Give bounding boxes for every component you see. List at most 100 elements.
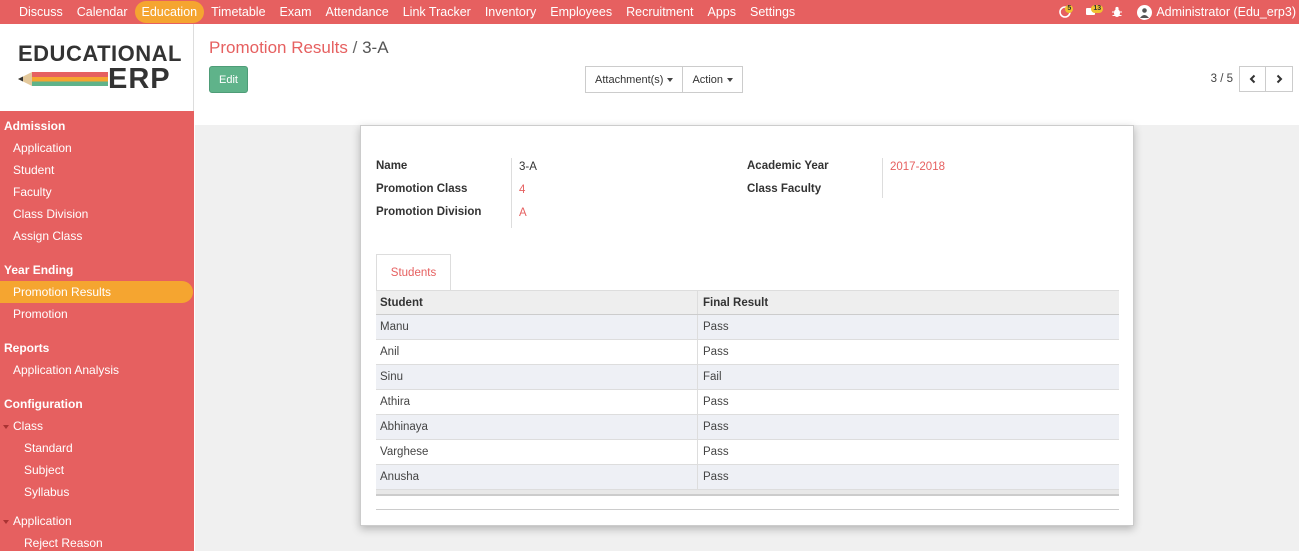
sidebar-item-standard[interactable]: Standard [0, 437, 194, 459]
chevron-right-icon [1276, 74, 1283, 84]
name-value: 3-A [519, 161, 537, 173]
sidebar-item-reject-reason[interactable]: Reject Reason [0, 532, 194, 551]
top-menu-timetable[interactable]: Timetable [204, 1, 272, 23]
sidebar-item-label: Syllabus [24, 485, 70, 499]
tab-students[interactable]: Students [376, 254, 451, 290]
sidebar-item-label: Assign Class [13, 229, 83, 243]
caret-down-icon [727, 77, 734, 82]
pager-previous-button[interactable] [1239, 66, 1266, 92]
top-menu-recruitment[interactable]: Recruitment [619, 1, 700, 23]
top-menu-inventory[interactable]: Inventory [478, 1, 543, 23]
students-table: Student Final Result Manu Pass Anil Pass Sin… [376, 290, 1119, 496]
divider [511, 158, 512, 228]
student-cell: Sinu [376, 365, 698, 389]
top-menu-link-tracker[interactable]: Link Tracker [396, 1, 478, 23]
promotion-division-value[interactable]: A [519, 207, 527, 219]
top-menu-discuss[interactable]: Discuss [12, 1, 70, 23]
sidebar-item-label: Application [13, 514, 72, 528]
pager-next-button[interactable] [1266, 66, 1293, 92]
sidebar-section-configuration: Configuration [4, 397, 83, 411]
top-menu: Discuss Calendar Education Timetable Exam Att… [0, 0, 802, 24]
final-result-cell: Pass [703, 446, 729, 458]
sidebar-item-label: Standard [24, 441, 73, 455]
logo-text-bottom: ERP [108, 63, 171, 95]
table-header: Student Final Result [376, 290, 1119, 315]
table-row[interactable]: Abhinaya Pass [376, 415, 1119, 440]
top-menu-employees[interactable]: Employees [543, 1, 619, 23]
sidebar-item-label: Student [13, 163, 55, 177]
company-logo[interactable]: EDUCATIONAL ERP [0, 24, 194, 111]
activity-icon[interactable]: 13 [1085, 5, 1104, 18]
sidebar-item-label: Application [13, 141, 72, 155]
top-menu-exam[interactable]: Exam [273, 1, 319, 23]
column-header-final-result[interactable]: Final Result [698, 291, 1119, 314]
sidebar-item-label: Faculty [13, 185, 52, 199]
sidebar-item-subject[interactable]: Subject [0, 459, 194, 481]
table-footer [376, 490, 1119, 496]
avatar [1137, 4, 1153, 20]
action-label: Action [692, 73, 724, 86]
sidebar-item-promotion[interactable]: Promotion [0, 303, 194, 325]
top-menu-calendar[interactable]: Calendar [70, 1, 135, 23]
student-cell: Athira [376, 390, 698, 414]
attachments-label: Attachment(s) [595, 73, 664, 86]
chat-icon[interactable]: 5 [1059, 5, 1074, 18]
sidebar-item-faculty[interactable]: Faculty [0, 181, 194, 203]
caret-down-icon [3, 424, 9, 429]
table-row[interactable]: Athira Pass [376, 390, 1119, 415]
final-result-cell: Pass [703, 471, 729, 483]
sidebar-item-label: Subject [24, 463, 65, 477]
sidebar-item-label: Promotion [13, 307, 68, 321]
pager: 3 / 5 [1211, 66, 1293, 92]
bug-icon[interactable] [1111, 6, 1123, 18]
sidebar-item-class[interactable]: Class [0, 415, 194, 437]
sidebar-item-application-analysis[interactable]: Application Analysis [0, 359, 194, 381]
breadcrumb-separator: / [352, 38, 358, 57]
top-navbar: Discuss Calendar Education Timetable Exam Att… [0, 0, 1299, 24]
sidebar-item-application[interactable]: Application [0, 137, 194, 159]
table-row[interactable]: Sinu Fail [376, 365, 1119, 390]
class-faculty-label: Class Faculty [747, 183, 822, 195]
final-result-cell: Pass [703, 396, 729, 408]
action-dropdown[interactable]: Action [683, 66, 744, 93]
chevron-left-icon [1249, 74, 1255, 84]
top-menu-apps[interactable]: Apps [700, 1, 743, 23]
pager-value[interactable]: 3 / 5 [1211, 73, 1233, 85]
systray: 5 13 Administrator (Edu_erp3) [1059, 0, 1299, 24]
column-header-student[interactable]: Student [376, 291, 698, 314]
attachments-dropdown[interactable]: Attachment(s) [585, 66, 684, 93]
table-row[interactable]: Anusha Pass [376, 465, 1119, 490]
top-menu-attendance[interactable]: Attendance [318, 1, 395, 23]
top-menu-education[interactable]: Education [134, 1, 205, 23]
sidebar-item-class-division[interactable]: Class Division [0, 203, 194, 225]
sidebar-item-syllabus[interactable]: Syllabus [0, 481, 194, 503]
user-menu[interactable]: Administrator (Edu_erp3) [1137, 4, 1299, 20]
sidebar-item-label: Class Division [13, 207, 89, 221]
sidebar-item-assign-class[interactable]: Assign Class [0, 225, 194, 247]
edit-button[interactable]: Edit [209, 66, 248, 93]
table-row[interactable]: Manu Pass [376, 315, 1119, 340]
sidebar-actions: Attachment(s) Action [585, 66, 744, 93]
promotion-class-value[interactable]: 4 [519, 184, 525, 196]
student-cell: Manu [376, 315, 698, 339]
promotion-class-label: Promotion Class [376, 183, 468, 195]
breadcrumb-parent[interactable]: Promotion Results [209, 38, 348, 57]
sidebar-section-reports: Reports [4, 341, 50, 355]
pencil-logo-icon [18, 72, 108, 86]
breadcrumb: Promotion Results / 3-A [209, 38, 389, 58]
sidebar-item-label: Reject Reason [24, 536, 103, 550]
final-result-cell: Pass [703, 346, 729, 358]
table-row[interactable]: Varghese Pass [376, 440, 1119, 465]
top-menu-settings[interactable]: Settings [743, 1, 802, 23]
divider [882, 158, 883, 198]
sidebar: Admission Application Student Faculty Class … [0, 111, 194, 551]
sidebar-item-label: Application Analysis [13, 363, 120, 377]
sidebar-item-application[interactable]: Application [0, 510, 194, 532]
final-result-cell: Fail [703, 371, 722, 383]
sidebar-item-student[interactable]: Student [0, 159, 194, 181]
sidebar-item-promotion-results[interactable]: Promotion Results [0, 281, 193, 303]
table-row[interactable]: Anil Pass [376, 340, 1119, 365]
student-cell: Varghese [376, 440, 698, 464]
academic-year-value[interactable]: 2017-2018 [890, 161, 945, 173]
breadcrumb-current: 3-A [362, 38, 389, 57]
